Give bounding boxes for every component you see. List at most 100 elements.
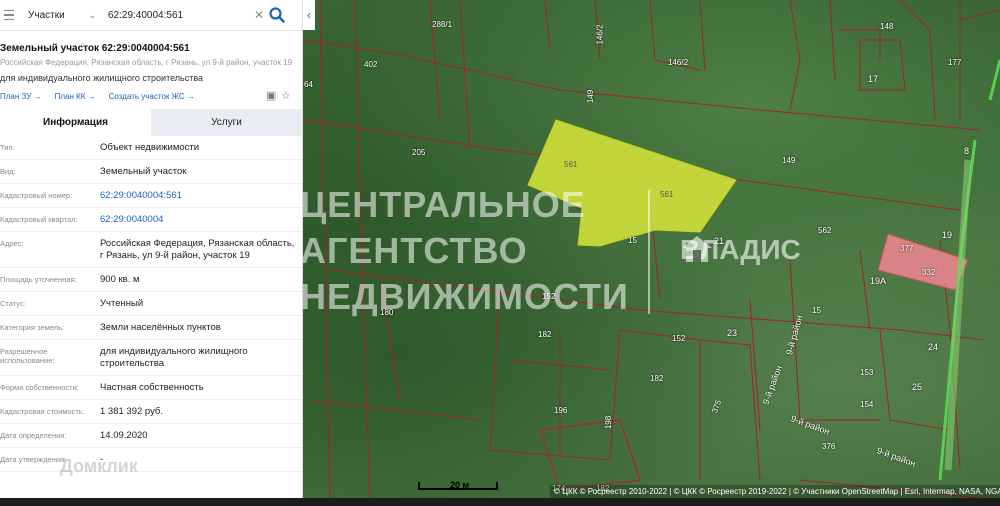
chevron-left-icon: ‹ — [307, 8, 311, 22]
parcel-address: Российская Федерация, Рязанская область,… — [0, 58, 293, 67]
scale-label: 20 м — [450, 480, 470, 490]
info-label: Разрешенное использование: — [0, 347, 55, 365]
search-input[interactable] — [100, 5, 250, 25]
info-row: Категория земель: Земли населённых пункто… — [0, 316, 302, 340]
zoom-to-icon[interactable]: ▣ — [266, 91, 277, 102]
info-value: для индивидуального жилищного строительс… — [100, 346, 248, 369]
info-value: Земельный участок — [100, 166, 187, 177]
create-parcel-link[interactable]: Создать участок ЖС → — [109, 92, 195, 101]
parcel-number: 148 — [880, 22, 894, 31]
parcel-number: 146/2 — [668, 58, 689, 67]
house-number: 19А — [870, 276, 887, 286]
layer-select-value: Участки — [28, 9, 65, 21]
watermark-line: НЕДВИЖИМОСТИ — [300, 276, 629, 317]
info-row: Кадастровый номер: 62:29:0040004:561 — [0, 184, 302, 208]
house-icon — [682, 236, 712, 262]
info-value: Земли населённых пунктов — [100, 322, 221, 333]
info-label: Адрес: — [0, 239, 24, 248]
parcel-number: 332 — [922, 268, 936, 277]
parcel-number: 15 — [628, 236, 637, 245]
house-number: 19 — [942, 230, 953, 240]
parcel-number: 64 — [304, 80, 313, 89]
info-row: Кадастровый квартал: 62:29:0040004 — [0, 208, 302, 232]
house-number: 24 — [928, 342, 939, 352]
parcel-number: 196 — [554, 406, 568, 415]
parcel-number: 562 — [818, 226, 832, 235]
house-number: 8 — [964, 146, 970, 156]
plan-kk-link[interactable]: План КК → — [55, 92, 96, 101]
search-bar: Участки ⌄ ✕ — [0, 0, 302, 31]
info-table: Тип: Объект недвижимости Вид: Земельный уч… — [0, 136, 302, 472]
bottom-strip — [0, 498, 1000, 506]
tab-info[interactable]: Информация — [0, 109, 151, 136]
info-row: Кадастровая стоимость: 1 381 392 руб. — [0, 400, 302, 424]
watermark-line: АГЕНТСТВО — [300, 230, 528, 271]
chevron-down-icon: ⌄ — [88, 9, 96, 20]
info-label: Кадастровая стоимость: — [0, 407, 85, 416]
watermark-line: ЦЕНТРАЛЬНОЕ — [300, 184, 586, 225]
search-button[interactable] — [268, 6, 286, 24]
info-panel: Участки ⌄ ✕ Земельный участок 62:29:0040… — [0, 0, 303, 498]
info-label: Статус: — [0, 299, 26, 308]
info-label: Форма собственности: — [0, 383, 79, 392]
parcel-number: 182 — [538, 330, 552, 339]
parcel-number: 15 — [812, 306, 821, 315]
map-attribution: © ЦКК © Росреестр 2010-2022 | © ЦКК © Ро… — [550, 485, 1000, 499]
neighbor-parcel — [877, 233, 969, 291]
parcel-number: 376 — [822, 442, 836, 451]
layer-select[interactable]: Участки ⌄ — [22, 10, 100, 21]
info-value: Учтенный — [100, 298, 144, 309]
agency-watermark: ЦЕНТРАЛЬНОЕ АГЕНТСТВО НЕДВИЖИМОСТИ — [300, 182, 629, 320]
info-value: 1 381 392 руб. — [100, 406, 164, 417]
info-row: Дата определения: 14.09.2020 — [0, 424, 302, 448]
info-row: Разрешенное использование: для индивидуал… — [0, 340, 302, 376]
house-number: 23 — [727, 328, 738, 338]
create-parcel-label: Создать участок ЖС — [108, 92, 185, 101]
parcel-number: 154 — [860, 400, 874, 409]
info-row: Тип: Объект недвижимости — [0, 136, 302, 160]
panel-tabs: Информация Услуги — [0, 109, 302, 136]
search-icon — [269, 7, 285, 23]
cadastral-quarter-link[interactable]: 62:29:0040004 — [100, 214, 300, 226]
parcel-number: 152 — [672, 334, 686, 343]
star-icon[interactable]: ☆ — [281, 91, 292, 102]
parcel-number: 561 — [564, 160, 578, 169]
parcel-number: 377 — [900, 244, 914, 253]
info-label: Кадастровый номер: — [0, 191, 73, 200]
action-links: План ЗУ → План КК → Создать участок ЖС →… — [0, 83, 302, 103]
info-label: Площадь уточненная: — [0, 275, 77, 284]
parcel-purpose: для индивидуального жилищного строительс… — [0, 73, 204, 83]
tab-services[interactable]: Услуги — [151, 109, 302, 136]
collapse-panel-button[interactable]: ‹ — [303, 0, 315, 30]
house-number: 17 — [868, 74, 879, 84]
info-value: Российская Федерация, Рязанская область,… — [100, 238, 295, 261]
info-row: Форма собственности: Частная собственност… — [0, 376, 302, 400]
parcel-number: 146/2 — [595, 24, 605, 45]
parcel-number: 153 — [860, 368, 874, 377]
parcel-number: 561 — [660, 190, 674, 199]
info-value: 900 кв. м — [100, 274, 140, 285]
parcel-number: 205 — [412, 148, 426, 157]
info-row: Площадь уточненная: 900 кв. м — [0, 268, 302, 292]
parcel-number: 149 — [586, 89, 596, 104]
clear-icon[interactable]: ✕ — [250, 8, 268, 22]
info-label: Категория земель: — [0, 323, 65, 332]
menu-icon[interactable] — [0, 0, 22, 31]
info-row: Адрес: Российская Федерация, Рязанская об… — [0, 232, 302, 268]
parcel-number: 149 — [782, 156, 796, 165]
vladis-logo: ВЛАДИС — [680, 234, 801, 266]
plan-zu-link[interactable]: План ЗУ → — [0, 92, 42, 101]
plan-zu-label: План ЗУ — [0, 92, 32, 101]
plan-kk-label: План КК — [54, 92, 86, 101]
house-number: 25 — [912, 382, 923, 392]
info-value: 14.09.2020 — [100, 430, 148, 441]
info-label: Вид: — [0, 167, 16, 176]
cadastral-number-link[interactable]: 62:29:0040004:561 — [100, 190, 300, 202]
parcel-number: 402 — [364, 60, 378, 69]
info-label: Тип: — [0, 143, 15, 152]
info-label: Дата определения: — [0, 431, 67, 440]
info-row: Вид: Земельный участок — [0, 160, 302, 184]
parcel-title: Земельный участок 62:29:0040004:561 — [0, 43, 190, 54]
info-value: Объект недвижимости — [100, 142, 200, 153]
parcel-number: 182 — [650, 374, 664, 383]
